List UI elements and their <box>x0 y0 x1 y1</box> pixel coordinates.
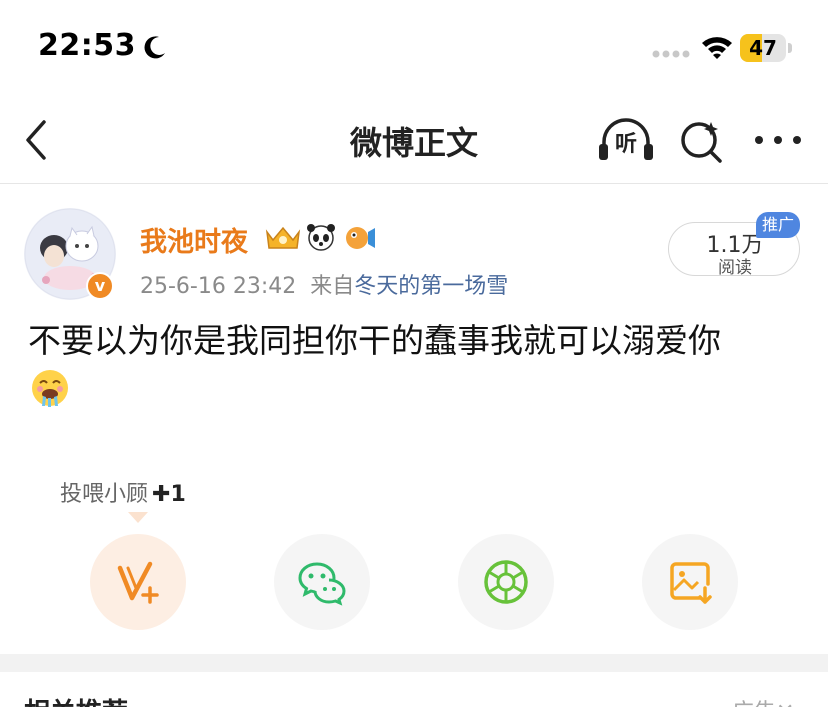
share-wechat-button[interactable] <box>274 534 370 630</box>
battery-cap <box>788 43 792 53</box>
status-bar: 22:53 47 <box>0 0 828 96</box>
post-meta: 25-6-16 23:42 来自冬天的第一场雪 <box>140 268 508 300</box>
status-time: 22:53 <box>38 28 136 63</box>
moments-icon <box>484 560 528 604</box>
section-divider <box>0 654 828 672</box>
post-timestamp: 25-6-16 23:42 <box>140 274 297 299</box>
battery-icon: 47 <box>740 34 792 62</box>
weibo-feed-icon <box>117 561 159 604</box>
tooltip-caret <box>128 512 148 523</box>
source-link[interactable]: 冬天的第一场雪 <box>354 274 508 299</box>
signal-icon <box>652 50 690 58</box>
ad-close-label[interactable]: 广告✕ <box>732 694 794 707</box>
share-weibo-button[interactable] <box>90 534 186 630</box>
save-image-button[interactable] <box>642 534 738 630</box>
promo-badge: 推广 <box>756 212 800 238</box>
pufferfish-icon <box>346 227 375 249</box>
listen-label: 听 <box>614 132 637 157</box>
listen-button[interactable]: 听 <box>596 116 656 164</box>
wechat-icon <box>298 562 346 606</box>
gift-tooltip[interactable]: 投喂小顾 ✚1 <box>60 476 186 510</box>
panda-icon <box>307 224 335 251</box>
gift-tooltip-plus: ✚1 <box>152 482 186 507</box>
post-text: 不要以为你是我同担你干的蠢事我就可以溺爱你 <box>28 321 721 360</box>
battery-level: 47 <box>749 36 777 60</box>
related-title: 相关推荐 <box>24 692 128 707</box>
wifi-icon <box>702 37 732 59</box>
moon-icon <box>144 36 165 59</box>
from-label: 来自 <box>310 274 355 299</box>
drooling-face-icon <box>32 370 68 407</box>
gift-tooltip-label: 投喂小顾 <box>60 482 149 507</box>
verified-badge: v <box>86 272 114 300</box>
nav-bar: 微博正文 听 <box>0 96 828 184</box>
username[interactable]: 我池时夜 <box>140 220 248 259</box>
save-image-icon <box>670 562 712 604</box>
weibo-post-screen: 22:53 47 微博正文 听 v 我池时夜 25-6-16 23:42 来自冬… <box>0 0 828 707</box>
user-badges[interactable] <box>265 220 377 254</box>
share-moments-button[interactable] <box>458 534 554 630</box>
search-icon[interactable] <box>678 118 726 164</box>
battery-body: 47 <box>740 34 786 62</box>
crown-badge-icon <box>265 226 301 249</box>
read-label: 阅读 <box>718 258 752 278</box>
more-icon[interactable] <box>752 130 804 150</box>
